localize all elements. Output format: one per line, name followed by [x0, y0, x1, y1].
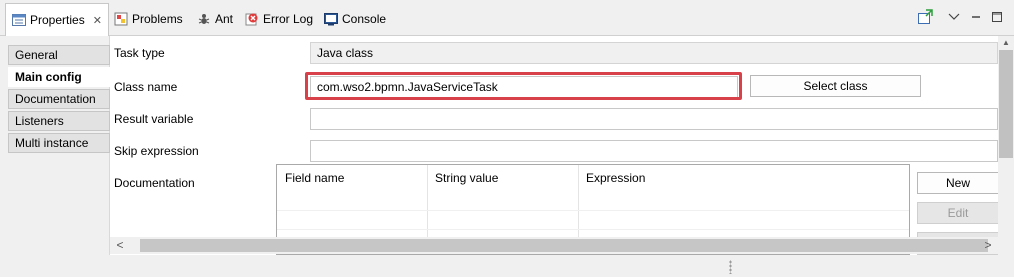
- scrollbar-thumb[interactable]: [999, 50, 1013, 158]
- result-variable-label: Result variable: [114, 112, 194, 126]
- status-grip-icon[interactable]: [729, 260, 732, 274]
- pin-icon[interactable]: [917, 8, 933, 26]
- tab-label: Error Log: [263, 11, 314, 26]
- tab-problems[interactable]: Problems: [114, 5, 183, 32]
- edit-button[interactable]: Edit: [917, 202, 999, 224]
- scroll-right-icon[interactable]: >: [980, 237, 996, 254]
- tab-label: Properties: [30, 13, 85, 27]
- sidebar-item-listeners[interactable]: Listeners: [8, 111, 110, 131]
- table-row: [277, 210, 909, 211]
- tab-error-log[interactable]: Error Log: [245, 5, 313, 32]
- column-header-expression[interactable]: Expression: [578, 165, 909, 191]
- tab-console[interactable]: Console: [324, 5, 386, 32]
- column-header-field-name[interactable]: Field name: [277, 165, 427, 191]
- result-variable-input[interactable]: [310, 108, 998, 130]
- ant-icon: [197, 12, 211, 26]
- task-type-label: Task type: [114, 46, 165, 60]
- scrollbar-thumb[interactable]: [140, 239, 988, 252]
- tab-ant[interactable]: Ant: [197, 5, 233, 32]
- sidebar-item-main-config[interactable]: Main config: [8, 67, 110, 87]
- maximize-icon[interactable]: [991, 8, 1003, 26]
- console-icon: [324, 12, 338, 26]
- tab-label: Console: [342, 11, 387, 26]
- vertical-scrollbar[interactable]: ▲ ▼: [998, 36, 1014, 255]
- class-name-label: Class name: [114, 80, 178, 94]
- skip-expression-input[interactable]: [310, 140, 998, 162]
- sidebar-item-multi-instance[interactable]: Multi instance: [8, 133, 110, 153]
- tab-properties[interactable]: Properties ✕: [5, 3, 109, 36]
- tab-label: Problems: [132, 11, 183, 26]
- properties-panel: General Main config Documentation Listen…: [0, 36, 1014, 255]
- sidebar-item-general[interactable]: General: [8, 45, 110, 65]
- class-name-highlight: [305, 72, 742, 100]
- table-row: [277, 229, 909, 230]
- horizontal-scrollbar[interactable]: < >: [110, 237, 1014, 254]
- error-log-icon: [245, 12, 259, 26]
- minimize-icon[interactable]: [970, 8, 982, 26]
- problems-icon: [114, 12, 128, 26]
- sidebar-item-documentation[interactable]: Documentation: [8, 89, 110, 109]
- properties-sidebar: General Main config Documentation Listen…: [0, 36, 110, 255]
- tab-label: Ant: [215, 11, 234, 26]
- scroll-up-icon[interactable]: ▲: [998, 36, 1014, 50]
- view-menu-icon[interactable]: [948, 8, 960, 26]
- task-type-field: Java class: [310, 42, 998, 64]
- new-button[interactable]: New: [917, 172, 999, 194]
- close-icon[interactable]: ✕: [93, 14, 102, 27]
- status-bar: [0, 255, 1014, 277]
- column-header-string-value[interactable]: String value: [427, 165, 578, 191]
- scroll-left-icon[interactable]: <: [112, 237, 128, 254]
- select-class-button[interactable]: Select class: [750, 75, 921, 97]
- view-tab-bar: Properties ✕ Problems Ant Error Log Cons…: [0, 0, 1014, 36]
- properties-icon: [12, 13, 26, 27]
- skip-expression-label: Skip expression: [114, 144, 199, 158]
- documentation-label: Documentation: [114, 176, 195, 190]
